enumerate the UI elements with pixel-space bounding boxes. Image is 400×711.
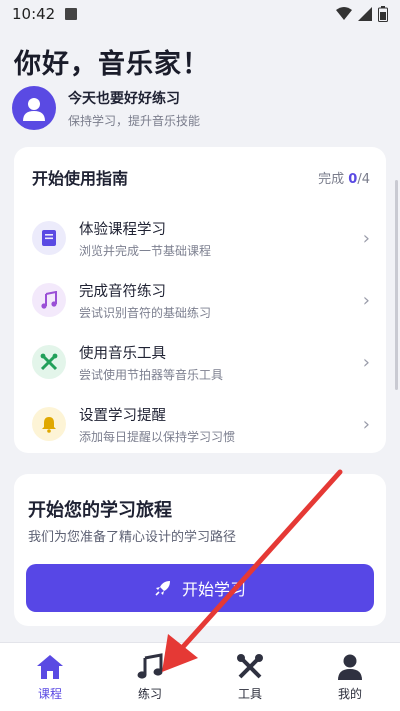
guide-item-tools[interactable]: 使用音乐工具 尝试使用节拍器等音乐工具 ›	[14, 331, 386, 393]
progress-label: 完成	[318, 171, 345, 187]
guide-item-reminder[interactable]: 设置学习提醒 添加每日提醒以保持学习习惯 ›	[14, 393, 386, 455]
book-icon	[42, 230, 56, 246]
item-title: 完成音符练习	[79, 283, 166, 300]
status-time: 10:42	[12, 5, 56, 23]
tab-profile[interactable]: 我的	[300, 643, 400, 711]
guide-progress: 完成 0/4	[318, 168, 370, 187]
chevron-right-icon: ›	[362, 227, 370, 249]
bottom-tab-bar: 课程 练习 工具 我的	[0, 642, 400, 711]
item-icon-wrap	[32, 345, 66, 379]
chevron-right-icon: ›	[362, 413, 370, 435]
signal-icon	[358, 7, 372, 21]
learning-journey-card: 开始您的学习旅程 我们为您准备了精心设计的学习路径 开始学习	[14, 474, 386, 626]
item-title: 使用音乐工具	[79, 345, 166, 362]
journey-subtitle: 我们为您准备了精心设计的学习路径	[28, 530, 237, 545]
tab-label: 练习	[137, 686, 162, 701]
start-button-label: 开始学习	[181, 580, 246, 599]
item-desc: 尝试识别音符的基础练习	[79, 305, 212, 320]
item-icon-wrap	[32, 283, 66, 317]
notification-icon	[65, 8, 78, 20]
music-note-icon	[41, 291, 57, 309]
tools-icon	[237, 653, 263, 678]
journey-title: 开始您的学习旅程	[28, 500, 172, 521]
tab-label: 课程	[37, 686, 62, 701]
item-title: 设置学习提醒	[79, 407, 166, 424]
status-bar: 10:42	[0, 0, 400, 28]
profile-subtitle: 保持学习，提升音乐技能	[68, 113, 201, 128]
tab-tools[interactable]: 工具	[200, 643, 300, 711]
battery-icon	[378, 6, 388, 22]
person-icon	[338, 654, 362, 680]
profile-section: 今天也要好好练习 保持学习，提升音乐技能	[12, 86, 200, 130]
item-icon-wrap	[32, 407, 66, 441]
progress-total: /4	[357, 171, 370, 187]
tab-label: 我的	[337, 686, 362, 701]
wifi-icon	[336, 7, 352, 20]
item-desc: 浏览并完成一节基础课程	[79, 243, 212, 258]
start-learning-button[interactable]: 开始学习	[26, 564, 374, 612]
rocket-icon	[155, 581, 170, 596]
guide-item-course[interactable]: 体验课程学习 浏览并完成一节基础课程 ›	[14, 207, 386, 269]
person-icon	[23, 98, 45, 121]
chevron-right-icon: ›	[362, 351, 370, 373]
bell-icon	[42, 417, 56, 433]
getting-started-card: 开始使用指南 完成 0/4 体验课程学习 浏览并完成一节基础课程 › 完成音符练…	[14, 147, 386, 453]
tab-label: 工具	[237, 686, 262, 701]
avatar[interactable]	[12, 86, 56, 130]
item-desc: 添加每日提醒以保持学习习惯	[79, 429, 236, 444]
music-note-icon	[137, 652, 163, 679]
home-icon	[37, 654, 63, 679]
chevron-right-icon: ›	[362, 289, 370, 311]
item-icon-wrap	[32, 221, 66, 255]
guide-item-notes[interactable]: 完成音符练习 尝试识别音符的基础练习 ›	[14, 269, 386, 331]
tools-icon	[40, 353, 58, 371]
scrollbar[interactable]	[395, 180, 398, 390]
item-title: 体验课程学习	[79, 221, 166, 238]
tab-practice[interactable]: 练习	[100, 643, 200, 711]
page-title: 你好，音乐家！	[14, 49, 210, 80]
item-desc: 尝试使用节拍器等音乐工具	[79, 367, 224, 382]
profile-title: 今天也要好好练习	[68, 90, 180, 107]
guide-title: 开始使用指南	[32, 169, 129, 188]
progress-done: 0	[348, 171, 358, 187]
tab-courses[interactable]: 课程	[0, 643, 100, 711]
